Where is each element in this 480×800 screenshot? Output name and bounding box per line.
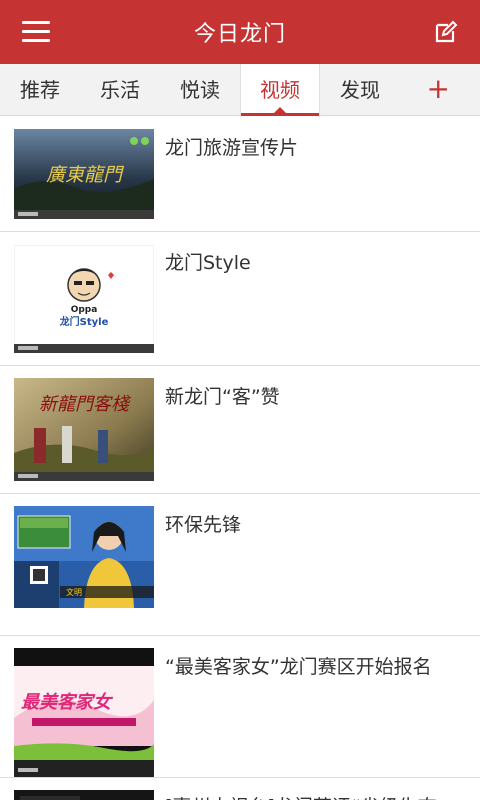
tab-recommend[interactable]: 推荐 bbox=[0, 64, 80, 116]
thumbnail-caption: 最美客家女 bbox=[21, 692, 114, 713]
list-item[interactable]: 文明 环保先锋 bbox=[0, 494, 480, 636]
thumbnail-calligraphy-text: 新龍門客棧 bbox=[39, 394, 132, 415]
video-thumbnail: 廣東龍門 bbox=[14, 129, 154, 219]
active-tab-indicator bbox=[241, 113, 319, 116]
tab-reading[interactable]: 悦读 bbox=[160, 64, 240, 116]
video-title: “最美客家女”龙门赛区开始报名 bbox=[165, 656, 432, 678]
top-app-bar: 今日龙门 bbox=[0, 0, 480, 64]
video-thumbnail: 文明 bbox=[14, 506, 154, 608]
video-title: 环保先锋 bbox=[165, 514, 242, 536]
video-list: 廣東龍門 龙门旅游宣传片 Oppa 龙门Style 龙门Style 新龍門客棧 … bbox=[0, 117, 480, 800]
tab-lifestyle[interactable]: 乐活 bbox=[80, 64, 160, 116]
video-title: 龙门Style bbox=[165, 252, 251, 274]
video-thumbnail: 新龍門客棧 bbox=[14, 378, 154, 481]
list-item[interactable]: 廣東龍門 龙门旅游宣传片 bbox=[0, 117, 480, 232]
video-thumbnail: Oppa 龙门Style bbox=[14, 245, 154, 353]
tab-discover[interactable]: 发现 bbox=[320, 64, 400, 116]
thumbnail-badge-text: 文明 bbox=[66, 587, 82, 597]
list-item[interactable]: Oppa 龙门Style 龙门Style bbox=[0, 232, 480, 366]
list-item[interactable]: 新龍門客棧 新龙门“客”赞 bbox=[0, 366, 480, 494]
category-tab-bar: 推荐 乐活 悦读 视频 发现 + bbox=[0, 64, 480, 117]
list-item[interactable]: 最美客家女 “最美客家女”龙门赛区开始报名 bbox=[0, 636, 480, 778]
video-thumbnail: 最美客家女 bbox=[14, 648, 154, 778]
active-tab-caret bbox=[274, 107, 286, 113]
video-title: 新龙门“客”赞 bbox=[165, 386, 280, 408]
thumbnail-caption-top: Oppa bbox=[71, 305, 98, 315]
video-thumbnail bbox=[14, 790, 154, 800]
video-title: [惠州电视台]龙门获评“省级生态 bbox=[165, 792, 465, 800]
thumbnail-calligraphy-text: 廣東龍門 bbox=[46, 164, 125, 186]
add-tab-icon[interactable]: + bbox=[427, 74, 450, 104]
app-title: 今日龙门 bbox=[193, 22, 286, 47]
video-title: 龙门旅游宣传片 bbox=[165, 137, 299, 159]
tab-video[interactable]: 视频 bbox=[240, 64, 320, 117]
edit-icon[interactable] bbox=[434, 20, 458, 44]
tab-video-label: 视频 bbox=[260, 78, 300, 102]
list-item[interactable]: [惠州电视台]龙门获评“省级生态 bbox=[0, 778, 480, 800]
thumbnail-caption-bottom: 龙门Style bbox=[59, 315, 109, 328]
